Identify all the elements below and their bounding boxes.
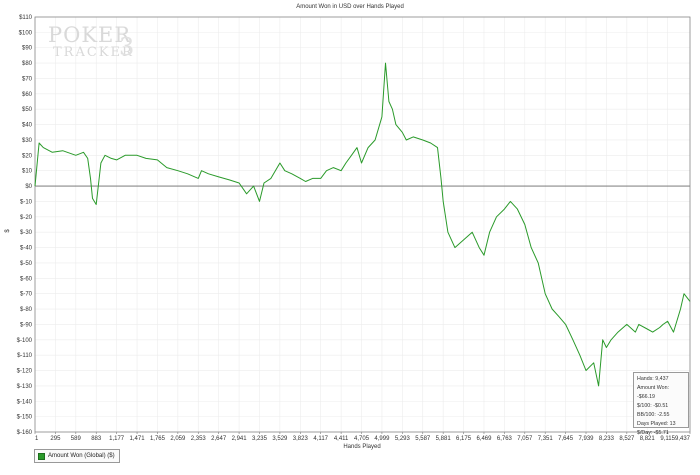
x-tick-label: 883 (91, 436, 102, 442)
y-tick-label: $-70 (20, 292, 33, 298)
x-tick-label: 1 (35, 436, 39, 442)
x-tick-label: 5,881 (436, 436, 452, 442)
y-tick-label: $-110 (17, 353, 33, 359)
y-tick-label: $0 (25, 184, 32, 190)
stats-dollars-per-day: $/Day: -$5.71 (637, 430, 669, 436)
x-tick-label: 6,175 (456, 436, 472, 442)
y-tick-label: $-80 (20, 307, 33, 313)
y-tick-label: $80 (22, 61, 33, 67)
y-tick-label: $50 (22, 107, 33, 113)
y-axis-label: $ (5, 229, 11, 233)
legend-label: Amount Won (Global) ($) (48, 453, 115, 459)
y-tick-label: $-20 (20, 215, 33, 221)
stats-bb-per-100: BB/100: -2.55 (637, 412, 670, 418)
series-amount-won (34, 62, 691, 387)
x-tick-label: 2,941 (232, 436, 248, 442)
x-tick-label: 4,411 (334, 436, 349, 442)
y-tick-label: $-90 (20, 322, 33, 328)
x-tick-label: 3,823 (293, 436, 309, 442)
y-tick-label: $90 (22, 46, 33, 52)
stats-hands: Hands: 9,437 (637, 376, 669, 382)
x-tick-label: 3,235 (252, 436, 268, 442)
stats-days-played: Days Played: 13 (637, 421, 676, 427)
y-tick-label: $-140 (17, 399, 33, 405)
x-tick-label: 4,117 (313, 436, 328, 442)
x-tick-label: 1,471 (130, 436, 146, 442)
y-tick-label: $30 (22, 138, 33, 144)
series-line (34, 62, 691, 387)
watermark-line-3: 3 (119, 33, 134, 61)
x-tick-label: 2,353 (191, 436, 207, 442)
x-tick-label: 7,645 (558, 436, 574, 442)
y-tick-label: $-40 (20, 246, 33, 252)
x-tick-label: 1,765 (150, 436, 166, 442)
y-tick-label: $-100 (17, 338, 33, 344)
chart: POKER TRACKER 3 $110$100$90$80$70$60$50$… (5, 4, 691, 450)
x-tick-label: 8,527 (619, 436, 635, 442)
x-tick-label: 1,177 (109, 436, 125, 442)
y-tick-label: $-120 (17, 369, 33, 375)
chart-title: Amount Won in USD over Hands Played (296, 4, 404, 10)
x-tick-label: 7,057 (517, 436, 533, 442)
gridlines (34, 16, 691, 433)
x-tick-label: 6,763 (497, 436, 513, 442)
y-tick-label: $-150 (17, 415, 33, 421)
y-axis-ticks: $110 $100 $90 $80 $70 $60 $50 $40 $30 $20 $10 $0 $-1… (17, 15, 33, 436)
x-tick-label: 6,469 (476, 436, 492, 442)
legend: Amount Won (Global) ($) (34, 449, 120, 463)
y-tick-label: $110 (19, 15, 33, 21)
x-tick-label: 2,059 (170, 436, 186, 442)
plot-frame (34, 16, 691, 433)
x-tick-label: 8,233 (599, 436, 615, 442)
x-tick-label: 295 (50, 436, 61, 442)
y-tick-label: $-160 (17, 430, 33, 436)
x-tick-label: 589 (71, 436, 82, 442)
x-tick-label: 3,529 (272, 436, 288, 442)
y-tick-label: $-50 (20, 261, 33, 267)
y-tick-label: $-130 (17, 384, 33, 390)
x-tick-label: 2,647 (211, 436, 227, 442)
y-tick-label: $40 (22, 123, 33, 129)
y-tick-label: $20 (22, 153, 33, 159)
y-tick-label: $-10 (20, 199, 33, 205)
y-tick-label: $-30 (20, 230, 33, 236)
y-tick-label: $10 (22, 169, 33, 175)
x-axis-label: Hands Played (343, 444, 380, 450)
y-tick-label: $70 (22, 76, 33, 82)
watermark-logo: POKER TRACKER 3 (48, 23, 134, 61)
y-tick-label: $-60 (20, 276, 33, 282)
stats-dollars-per-100: $/100: -$0.51 (637, 403, 669, 409)
x-axis-ticks: 1 295 589 883 1,177 1,471 1,765 2,059 2,353 2,647… (34, 432, 691, 442)
x-tick-label: 4,705 (354, 436, 370, 442)
stats-amount-won: Amount Won: -$66.19 (637, 385, 669, 400)
y-tick-label: $60 (22, 92, 33, 98)
x-tick-label: 7,939 (579, 436, 595, 442)
x-tick-label: 5,293 (395, 436, 411, 442)
stats-box: Hands: 9,437 Amount Won: -$66.19 $/100: … (633, 372, 689, 436)
y-tick-label: $100 (19, 30, 33, 36)
x-tick-label: 5,587 (415, 436, 431, 442)
x-tick-label: 4,999 (374, 436, 390, 442)
x-tick-label: 7,351 (538, 436, 554, 442)
legend-swatch (38, 452, 45, 460)
